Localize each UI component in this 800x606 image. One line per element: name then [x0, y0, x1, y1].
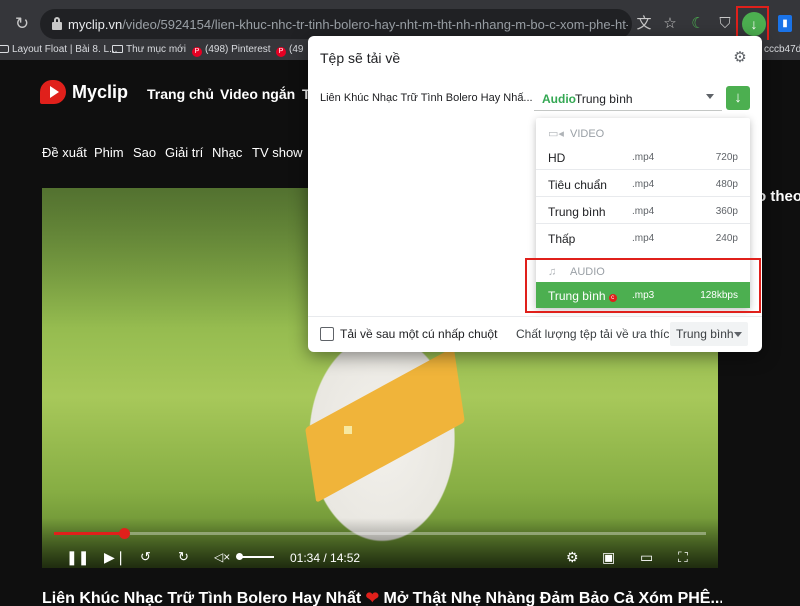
follow-label-partial[interactable]: o theo [757, 188, 800, 205]
lock-icon[interactable] [52, 17, 62, 30]
video-section-header: ▭◂ VIDEO [548, 127, 604, 140]
category-music[interactable]: Nhạc [212, 145, 242, 160]
popup-title: Tệp sẽ tải về [320, 50, 401, 66]
progress-bar[interactable] [54, 528, 706, 539]
one-click-label[interactable]: Tải về sau một cú nhấp chuột [340, 327, 497, 341]
file-name: Liên Khúc Nhạc Trữ Tình Bolero Hay Nhấ..… [320, 92, 532, 104]
reload-icon[interactable]: ↻ [12, 14, 32, 34]
category-recommended[interactable]: Đề xuất [42, 145, 87, 160]
option-resolution: 480p [715, 179, 738, 190]
heart-icon: ❤ [365, 590, 380, 606]
bookmark-partial[interactable]: cccb47d4 [764, 44, 800, 55]
option-resolution: 720p [715, 152, 738, 163]
chevron-down-icon [734, 332, 742, 337]
option-resolution: 240p [715, 233, 738, 244]
category-tv-show[interactable]: TV show [252, 145, 303, 160]
play-logo-icon [40, 80, 66, 104]
theater-icon[interactable]: ▭ [640, 549, 653, 565]
logo-text: Myclip [72, 82, 129, 102]
star-icon[interactable]: ☆ [660, 14, 680, 34]
fullscreen-icon[interactable]: ⛶ [678, 549, 688, 565]
video-title-part-1: Liên Khúc Nhạc Trữ Tình Bolero Hay Nhất [42, 590, 362, 606]
chevron-down-icon [706, 94, 714, 99]
pinterest-icon: P [276, 47, 286, 57]
pause-icon[interactable]: ❚❚ [66, 549, 89, 565]
gear-icon[interactable]: ⚙ [732, 50, 748, 66]
bookmark-label: cccb47d4 [764, 44, 800, 55]
option-video-hd[interactable]: HD .mp4 720p [536, 144, 750, 170]
bookmark-pinterest-1[interactable]: P (498) Pinterest [192, 44, 271, 57]
bookmark-layout-float[interactable]: Layout Float | Bài 8. L... [0, 44, 117, 55]
bookmark-folder[interactable]: Thư mục mới [112, 44, 186, 55]
popup-footer: Tải về sau một cú nhấp chuột Chất lượng … [308, 316, 762, 352]
option-format: .mp4 [632, 206, 655, 217]
preferred-quality-value: Trung bình [676, 327, 734, 341]
translate-icon[interactable]: 文 [634, 14, 654, 34]
book-mark [344, 426, 352, 434]
pip-icon[interactable]: ▣ [602, 549, 615, 565]
video-camera-icon: ▭◂ [548, 128, 564, 140]
option-format: .mp4 [632, 152, 655, 163]
option-quality: Tiêu chuẩn [548, 178, 607, 192]
mute-icon[interactable]: ◁× [214, 549, 230, 565]
option-quality: Thấp [548, 232, 576, 246]
bookmark-pinterest-2[interactable]: P (49 [276, 44, 303, 57]
bookmark-label: (49 [289, 44, 304, 55]
quality-select[interactable]: Audio Trung bình [534, 85, 722, 111]
download-button[interactable]: ↓ [726, 86, 750, 110]
volume-slider[interactable] [238, 556, 274, 558]
option-format: .mp4 [632, 233, 655, 244]
book-image [305, 347, 465, 503]
bookmark-label: Thư mục mới [126, 44, 186, 55]
preferred-quality-label: Chất lượng tệp tải về ưa thích [516, 327, 677, 341]
url-host: myclip.vn [68, 17, 123, 32]
selected-quality: Trung bình [575, 92, 633, 106]
progress-knob[interactable] [118, 528, 130, 539]
category-stars[interactable]: Sao [133, 145, 156, 160]
video-title: Liên Khúc Nhạc Trữ Tình Bolero Hay Nhất … [42, 588, 722, 606]
shield-icon[interactable]: ⛉ [715, 14, 735, 34]
category-entertainment[interactable]: Giải trí [165, 145, 203, 160]
settings-icon[interactable]: ⚙ [566, 549, 579, 565]
folder-icon [112, 45, 123, 53]
rewind-10-icon[interactable]: ↺ [140, 549, 151, 565]
volume-knob[interactable] [236, 553, 243, 560]
forward-10-icon[interactable]: ↻ [178, 549, 189, 565]
address-bar[interactable]: myclip.vn/video/5924154/lien-khuc-nhc-tr… [40, 9, 632, 39]
pinterest-icon: P [192, 47, 202, 57]
progress-fill [54, 532, 124, 535]
audio-option-highlight-box [525, 258, 761, 313]
bookmark-icon [0, 45, 9, 53]
next-icon[interactable]: ▶❘ [104, 549, 127, 565]
option-video-medium[interactable]: Trung bình .mp4 360p [536, 198, 750, 224]
nav-home[interactable]: Trang chủ [147, 86, 214, 102]
preferred-quality-select[interactable]: Trung bình [670, 322, 748, 346]
category-movies[interactable]: Phim [94, 145, 124, 160]
nav-short-video[interactable]: Video ngắn [220, 86, 295, 102]
url-text[interactable]: myclip.vn/video/5924154/lien-khuc-nhc-tr… [68, 17, 628, 32]
option-quality: Trung bình [548, 205, 606, 219]
url-path: /video/5924154/lien-khuc-nhc-tr-tinh-bol… [122, 17, 628, 32]
bookmark-label: Layout Float | Bài 8. L... [12, 44, 118, 55]
video-section-label: VIDEO [570, 128, 605, 140]
time-display: 01:34 / 14:52 [290, 551, 361, 565]
option-format: .mp4 [632, 179, 655, 190]
bookmark-label: (498) Pinterest [205, 44, 271, 55]
option-video-low[interactable]: Thấp .mp4 240p [536, 225, 750, 251]
option-quality: HD [548, 151, 566, 165]
selected-kind: Audio [542, 92, 576, 106]
player-controls: ❚❚ ▶❘ ↺ ↻ ◁× 01:34 / 14:52 ⚙ ▣ ▭ ⛶ [42, 518, 718, 568]
one-click-checkbox[interactable] [320, 327, 334, 341]
extension-icon[interactable]: ▮ [778, 15, 792, 32]
option-video-standard[interactable]: Tiêu chuẩn .mp4 480p [536, 171, 750, 197]
option-resolution: 360p [715, 206, 738, 217]
video-title-part-2: Mở Thật Nhẹ Nhàng Đảm Bảo Cả Xóm PHÊ... [383, 590, 723, 606]
moon-icon[interactable]: ☾ [688, 14, 708, 34]
